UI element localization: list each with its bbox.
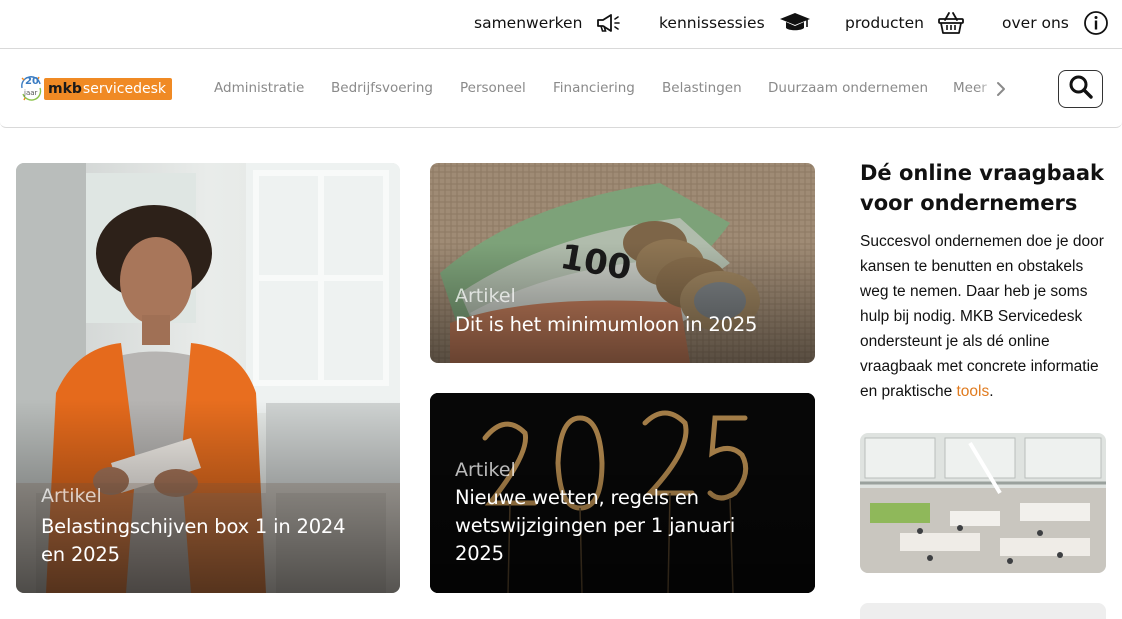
over-ons-label: over ons <box>1002 14 1069 32</box>
brand-bold: mkb <box>48 81 82 97</box>
kennissessies-link[interactable]: kennissessies <box>659 10 811 36</box>
card-title: Belastingschijven box 1 in 2024 en 2025 <box>41 515 346 566</box>
badge-number: 20 <box>25 76 39 87</box>
nav-item-personeel[interactable]: Personeel <box>460 80 526 96</box>
samenwerken-link[interactable]: samenwerken <box>474 10 622 36</box>
nav-fade <box>977 73 997 103</box>
kennissessies-label: kennissessies <box>659 14 765 32</box>
samenwerken-label: samenwerken <box>474 14 583 32</box>
card-title: Dit is het minimumloon in 2025 <box>455 313 758 336</box>
sidebar-intro: Succesvol ondernemen doe je door kansen … <box>860 229 1110 404</box>
card-kicker: Artikel <box>455 459 516 481</box>
search-button[interactable] <box>1058 70 1103 108</box>
article-card-nieuwe-wetten[interactable]: Artikel Nieuwe wetten, regels en wetswij… <box>430 393 815 593</box>
sidebar-intro-text: Succesvol ondernemen doe je door kansen … <box>860 233 1104 400</box>
chevron-right-icon[interactable] <box>996 81 1006 102</box>
megaphone-icon <box>596 13 622 33</box>
sidebar-intro-end: . <box>989 383 994 400</box>
nav-item-administratie[interactable]: Administratie <box>214 80 304 96</box>
nav-item-duurzaam-ondernemen[interactable]: Duurzaam ondernemen <box>768 80 928 96</box>
article-card-belastingschijven[interactable]: Artikel Belastingschijven box 1 in 2024 … <box>16 163 400 593</box>
over-ons-link[interactable]: over ons <box>1002 10 1109 36</box>
info-icon <box>1083 10 1109 36</box>
brand-wordmark: mkb servicedesk <box>44 78 172 100</box>
utility-bar: samenwerken kennissessies producten over… <box>0 0 1122 48</box>
logo[interactable]: 20 jaar mkb servicedesk <box>20 73 172 105</box>
card-kicker: Artikel <box>455 285 516 307</box>
next-sidebar-block <box>860 603 1106 619</box>
sidebar-title: Dé online vraagbaak voor ondernemers <box>860 161 1105 215</box>
brand-rest: servicedesk <box>82 81 166 97</box>
nav-item-bedrijfsvoering[interactable]: Bedrijfsvoering <box>331 80 433 96</box>
card-kicker: Artikel <box>41 485 102 507</box>
badge-word: jaar <box>24 89 38 97</box>
basket-icon <box>938 11 964 35</box>
graduation-cap-icon <box>779 12 811 34</box>
nav-item-belastingen[interactable]: Belastingen <box>662 80 742 96</box>
search-icon <box>1068 74 1094 105</box>
anniversary-badge: 20 jaar <box>20 74 42 104</box>
tools-link[interactable]: tools <box>957 383 990 400</box>
card-title: Nieuwe wetten, regels en wetswijzigingen… <box>455 486 736 565</box>
office-atrium-image <box>860 433 1106 573</box>
producten-label: producten <box>845 14 924 32</box>
producten-link[interactable]: producten <box>845 10 964 36</box>
article-card-minimumloon[interactable]: 100 Artikel Dit is het minimumloon in 20… <box>430 163 815 363</box>
nav-item-financiering[interactable]: Financiering <box>553 80 635 96</box>
main-navigation: 20 jaar mkb servicedesk Administratie Bed… <box>0 48 1122 128</box>
